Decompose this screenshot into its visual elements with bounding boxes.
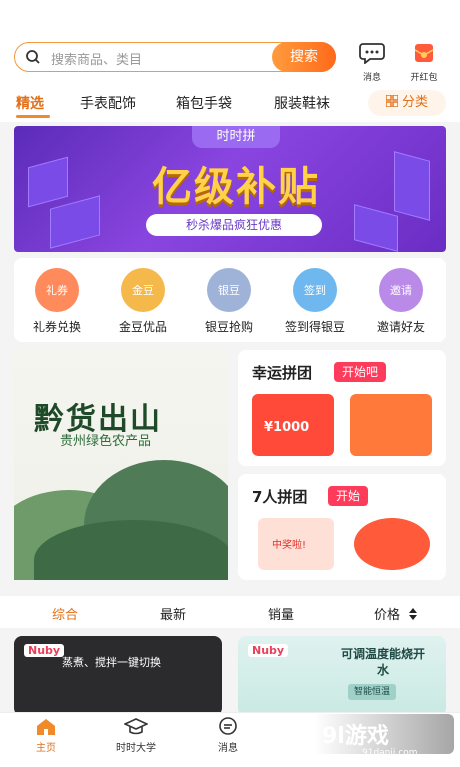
- lucky-bag-image: [354, 518, 430, 570]
- watermark: 9l游戏 91danji.com: [314, 714, 454, 758]
- sort-latest[interactable]: 最新: [160, 604, 186, 623]
- sort-comprehensive[interactable]: 综合: [52, 604, 78, 623]
- active-tab-indicator: [16, 115, 50, 118]
- watermark-site: 91danji.com: [362, 748, 418, 758]
- nav-home-label: 主页: [36, 743, 56, 754]
- seven-group-card[interactable]: 7人拼团 开始 中奖啦!: [238, 474, 446, 580]
- decor-cube: [28, 156, 68, 208]
- brand-logo: Nuby: [24, 644, 65, 657]
- tab-watches[interactable]: 手表配饰: [80, 93, 136, 113]
- seven-group-badge: 开始: [328, 486, 369, 506]
- nav-university[interactable]: 时时大学: [106, 717, 166, 754]
- prize-image: 中奖啦!: [258, 518, 334, 570]
- category-button[interactable]: 分类: [368, 90, 446, 116]
- nav-messages-label: 消息: [218, 743, 238, 754]
- lucky-group-badge: 开始吧: [334, 362, 387, 382]
- quick-link-label: 签到得银豆: [284, 320, 345, 334]
- home-icon: [37, 719, 55, 735]
- red-packet-icon: [414, 44, 434, 62]
- product-subtext: 智能恒温: [348, 684, 397, 700]
- lucky-group-title: 幸运拼团: [252, 364, 313, 382]
- nav-university-label: 时时大学: [116, 743, 156, 754]
- product-card[interactable]: Nuby 可调温度能烧开水 智能恒温: [238, 636, 446, 716]
- brand-logo: Nuby: [248, 644, 289, 657]
- category-label: 分类: [401, 95, 428, 110]
- decor-cube: [394, 151, 430, 221]
- tab-bags[interactable]: 箱包手袋: [176, 93, 232, 113]
- graduation-cap-icon: [124, 718, 148, 735]
- banner-subtitle: 秒杀爆品疯狂优惠: [146, 214, 322, 236]
- quick-link-silver-bean[interactable]: 银豆 银豆抢购: [186, 268, 272, 335]
- watermark-brand: 9l游戏: [322, 724, 389, 749]
- category-tabs: 精选 手表配饰 箱包手袋 服装鞋袜 分类: [0, 82, 460, 122]
- nav-messages[interactable]: 消息: [198, 717, 258, 754]
- silver-bean-icon: 银豆: [207, 268, 251, 312]
- product-card[interactable]: Nuby 蒸煮、搅拌一键切换: [14, 636, 222, 716]
- product-text: 蒸煮、搅拌一键切换: [62, 656, 161, 669]
- promo-subtitle: 贵州绿色农产品: [60, 434, 152, 449]
- invite-icon: 邀请: [379, 268, 423, 312]
- nav-home[interactable]: 主页: [16, 717, 76, 754]
- search-icon: [26, 50, 40, 64]
- quick-link-invite[interactable]: 邀请 邀请好友: [358, 268, 444, 335]
- red-packet-button[interactable]: 开红包: [404, 42, 444, 83]
- product-text: 可调温度能烧开水: [340, 647, 425, 677]
- coupon-icon: 礼券: [35, 268, 79, 312]
- chat-icon: [359, 43, 385, 65]
- quick-link-label: 礼券兑换: [32, 320, 81, 334]
- sort-arrows-icon: [409, 608, 418, 620]
- messages-button[interactable]: 消息: [352, 42, 392, 83]
- banner-headline: 亿级补贴: [152, 164, 320, 210]
- search-bar[interactable]: 搜索商品、类目 搜索: [14, 42, 336, 72]
- tab-featured[interactable]: 精选: [16, 93, 44, 113]
- decor-cube: [50, 195, 100, 249]
- promo-banner[interactable]: 时时拼 亿级补贴 秒杀爆品疯狂优惠: [14, 126, 446, 252]
- guizhou-promo[interactable]: 黔货出山 贵州绿色农产品: [14, 350, 228, 580]
- sort-bar: 综合 最新 销量 价格: [0, 596, 460, 628]
- quick-link-label: 金豆优品: [118, 320, 167, 334]
- search-button[interactable]: 搜索: [272, 42, 336, 72]
- checkin-icon: 签到: [293, 268, 337, 312]
- sort-sales[interactable]: 销量: [268, 604, 294, 623]
- header: 搜索商品、类目 搜索 消息 开红包: [0, 0, 460, 83]
- chat-icon: [219, 717, 237, 735]
- quick-link-checkin[interactable]: 签到 签到得银豆: [272, 268, 358, 335]
- quick-links: 礼券 礼券兑换 金豆 金豆优品 银豆 银豆抢购 签到 签到得银豆 邀请 邀请好友: [14, 258, 446, 342]
- grid-icon: [385, 94, 399, 108]
- quick-link-label: 邀请好友: [376, 320, 425, 334]
- coupon-image: ¥1000: [252, 394, 334, 456]
- gold-bean-icon: 金豆: [121, 268, 165, 312]
- lucky-group-card[interactable]: 幸运拼团 开始吧 ¥1000: [238, 350, 446, 466]
- seven-group-title: 7人拼团: [252, 488, 308, 506]
- sort-price[interactable]: 价格: [374, 604, 418, 623]
- quick-link-gold-bean[interactable]: 金豆 金豆优品: [100, 268, 186, 335]
- tab-clothing[interactable]: 服装鞋袜: [274, 93, 330, 113]
- red-envelope-image: [350, 394, 432, 456]
- search-placeholder[interactable]: 搜索商品、类目: [51, 49, 142, 68]
- banner-tag: 时时拼: [192, 126, 280, 148]
- quick-link-coupon[interactable]: 礼券 礼券兑换: [14, 268, 100, 335]
- app-screen: 搜索商品、类目 搜索 消息 开红包 精选 手表配饰 箱包手袋 服装鞋袜 分类 时…: [0, 0, 460, 767]
- quick-link-label: 银豆抢购: [204, 320, 253, 334]
